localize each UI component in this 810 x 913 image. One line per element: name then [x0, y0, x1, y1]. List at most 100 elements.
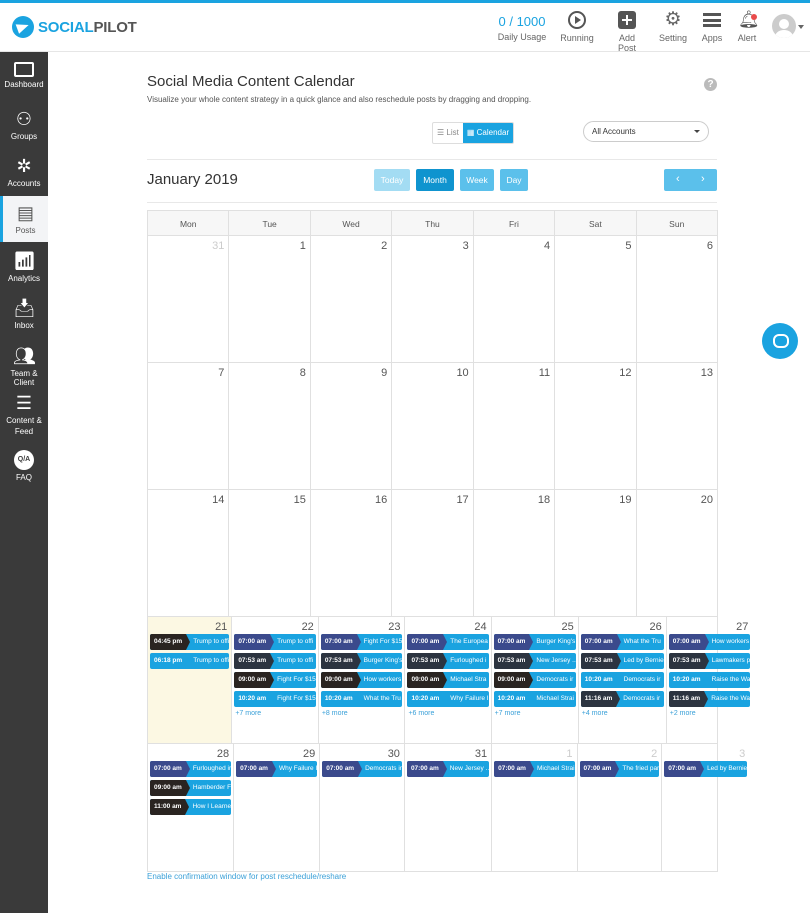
calendar-event[interactable]: 04:45 pm Trump to offi — [150, 634, 230, 650]
confirmation-window-link[interactable]: Enable confirmation window for post resc… — [147, 872, 346, 881]
calendar-day[interactable]: 26 07:00 am What the Tru 07:53 am Led by Ber… — [577, 617, 666, 743]
chat-button[interactable] — [762, 323, 798, 359]
calendar-event[interactable]: 07:00 am Michael Strai — [494, 761, 575, 777]
calendar-view-button[interactable]: ▦ Calendar — [462, 123, 514, 143]
calendar-day[interactable]: 8 — [228, 363, 309, 489]
calendar-event[interactable]: 11:16 am Raise the Wa — [668, 691, 751, 707]
calendar-day[interactable]: 4 — [472, 236, 554, 362]
add-post-button[interactable]: Add Post — [609, 11, 645, 53]
calendar-event[interactable]: 07:53 am Led by Bernie — [580, 653, 664, 669]
calendar-event[interactable]: 07:00 am Burger King's — [493, 634, 576, 650]
next-month-button[interactable]: › — [701, 173, 705, 185]
sidebar-item-faq[interactable]: Q/A FAQ — [0, 443, 48, 489]
calendar-day[interactable]: 13 — [635, 363, 717, 489]
calendar-event[interactable]: 07:00 am Fight For $15 — [320, 634, 403, 650]
calendar-day[interactable]: 17 — [391, 490, 472, 616]
calendar-event[interactable]: 09:00 am How workers — [320, 672, 403, 688]
sidebar-item-posts[interactable]: ▤ Posts — [0, 196, 48, 242]
calendar-day[interactable]: 22 07:00 am Trump to offi 07:53 am Trump to … — [231, 617, 318, 743]
calendar-event[interactable]: 07:00 am New Jersey .. — [406, 761, 490, 777]
calendar-day[interactable]: 1 — [228, 236, 309, 362]
sidebar-item-accounts[interactable]: ✲ Accounts — [0, 149, 48, 195]
more-events-link[interactable]: +8 more — [320, 710, 404, 717]
calendar-event[interactable]: 07:53 am Trump to offi — [234, 653, 316, 669]
calendar-day[interactable]: 6 — [635, 236, 717, 362]
sidebar-item-dashboard[interactable]: Dashboard — [0, 55, 48, 101]
calendar-day[interactable]: 31 — [148, 236, 228, 362]
sidebar-item-analytics[interactable]: 📶︎ Analytics — [0, 244, 48, 290]
apps-button[interactable]: Apps — [700, 11, 724, 43]
month-button[interactable]: Month — [416, 169, 454, 191]
calendar-day[interactable]: 2 07:00 am The fried par — [576, 744, 662, 871]
sidebar-item-team-client[interactable]: 👥︎ Team & Client — [0, 339, 48, 387]
calendar-day[interactable]: 10 — [391, 363, 472, 489]
calendar-event[interactable]: 06:18 pm Trump to offi — [150, 653, 230, 669]
setting-button[interactable]: ⚙ Setting — [657, 10, 689, 43]
calendar-event[interactable]: 07:53 am New Jersey .. — [493, 653, 576, 669]
calendar-event[interactable]: 07:53 am Burger King's — [320, 653, 403, 669]
calendar-event[interactable]: 10:20 am Raise the Wa — [668, 672, 751, 688]
calendar-day[interactable]: 20 — [635, 490, 717, 616]
prev-month-button[interactable]: ‹ — [676, 173, 680, 185]
chevron-down-icon[interactable] — [798, 25, 804, 29]
calendar-event[interactable]: 07:00 am What the Tru — [580, 634, 664, 650]
sidebar-item-groups[interactable]: ⚇ Groups — [0, 102, 48, 148]
avatar[interactable] — [772, 14, 796, 38]
running-button[interactable]: Running — [560, 11, 594, 43]
more-events-link[interactable]: +4 more — [580, 710, 665, 717]
calendar-day[interactable]: 3 07:00 am Led by Bernie — [661, 744, 749, 871]
more-events-link[interactable]: +7 more — [233, 710, 317, 717]
calendar-event[interactable]: 09:00 am Michael Stra — [407, 672, 489, 688]
calendar-day[interactable]: 1 07:00 am Michael Strai — [491, 744, 576, 871]
calendar-day[interactable]: 3 — [391, 236, 472, 362]
calendar-event[interactable]: 09:00 am Hamberder F — [150, 780, 232, 796]
calendar-event[interactable]: 07:00 am Trump to offi — [234, 634, 316, 650]
calendar-day[interactable]: 15 — [228, 490, 309, 616]
calendar-day[interactable]: 28 07:00 am Furloughed ir 09:00 am Hamberder… — [148, 744, 233, 871]
calendar-day[interactable]: 23 07:00 am Fight For $15 07:53 am Burger Ki… — [317, 617, 405, 743]
calendar-event[interactable]: 07:00 am The fried par — [579, 761, 660, 777]
calendar-day[interactable]: 12 — [554, 363, 635, 489]
calendar-day[interactable]: 18 — [472, 490, 554, 616]
calendar-event[interactable]: 07:00 am Led by Bernie — [664, 761, 748, 777]
calendar-day[interactable]: 24 07:00 am The Europea 07:53 am Furloughed … — [404, 617, 490, 743]
calendar-day[interactable]: 2 — [309, 236, 391, 362]
calendar-day[interactable]: 30 07:00 am Democrats ir — [319, 744, 404, 871]
calendar-event[interactable]: 11:16 am Democrats ir — [580, 691, 664, 707]
calendar-day[interactable]: 9 — [309, 363, 391, 489]
calendar-day[interactable]: 19 — [554, 490, 635, 616]
sidebar-item-inbox[interactable]: 📥︎ Inbox — [0, 291, 48, 337]
calendar-day-today[interactable]: 21 04:45 pm Trump to offi 06:18 pm Trump to … — [148, 617, 232, 743]
calendar-event[interactable]: 07:00 am The Europea — [407, 634, 489, 650]
calendar-event[interactable]: 09:00 am Fight For $15 — [234, 672, 316, 688]
calendar-day[interactable]: 31 07:00 am New Jersey .. — [403, 744, 491, 871]
sidebar-item-content-feed[interactable]: ☰ Content & Feed — [0, 386, 48, 442]
calendar-event[interactable]: 09:00 am Democrats ir — [493, 672, 576, 688]
calendar-day[interactable]: 14 — [148, 490, 228, 616]
more-events-link[interactable]: +7 more — [493, 710, 577, 717]
calendar-event[interactable]: 07:00 am Furloughed ir — [150, 761, 232, 777]
help-icon[interactable]: ? — [704, 78, 717, 91]
calendar-event[interactable]: 10:20 am Why Failure I — [407, 691, 489, 707]
calendar-event[interactable]: 11:00 am How I Learne — [150, 799, 232, 815]
calendar-day[interactable]: 11 — [472, 363, 554, 489]
day-button[interactable]: Day — [500, 169, 528, 191]
calendar-event[interactable]: 10:20 am What the Tru — [320, 691, 403, 707]
calendar-event[interactable]: 07:00 am Why Failure I — [236, 761, 318, 777]
calendar-day[interactable]: 7 — [148, 363, 228, 489]
more-events-link[interactable]: +6 more — [406, 710, 489, 717]
calendar-event[interactable]: 07:00 am How workers — [668, 634, 751, 650]
calendar-event[interactable]: 07:53 am Furloughed i — [407, 653, 489, 669]
calendar-event[interactable]: 07:00 am Democrats ir — [322, 761, 402, 777]
calendar-day[interactable]: 27 07:00 am How workers 07:53 am Lawmakers p… — [665, 617, 753, 743]
account-select[interactable]: All Accounts — [583, 121, 709, 142]
calendar-day[interactable]: 29 07:00 am Why Failure I — [233, 744, 319, 871]
calendar-event[interactable]: 07:53 am Lawmakers p — [668, 653, 751, 669]
logo[interactable]: SOCIALPILOT — [12, 16, 137, 38]
calendar-day[interactable]: 5 — [554, 236, 635, 362]
calendar-event[interactable]: 10:20 am Michael Strai — [493, 691, 576, 707]
more-events-link[interactable]: +2 more — [668, 710, 752, 717]
list-view-button[interactable]: ☰ List — [433, 123, 463, 143]
calendar-event[interactable]: 10:20 am Democrats ir — [580, 672, 664, 688]
week-button[interactable]: Week — [460, 169, 494, 191]
